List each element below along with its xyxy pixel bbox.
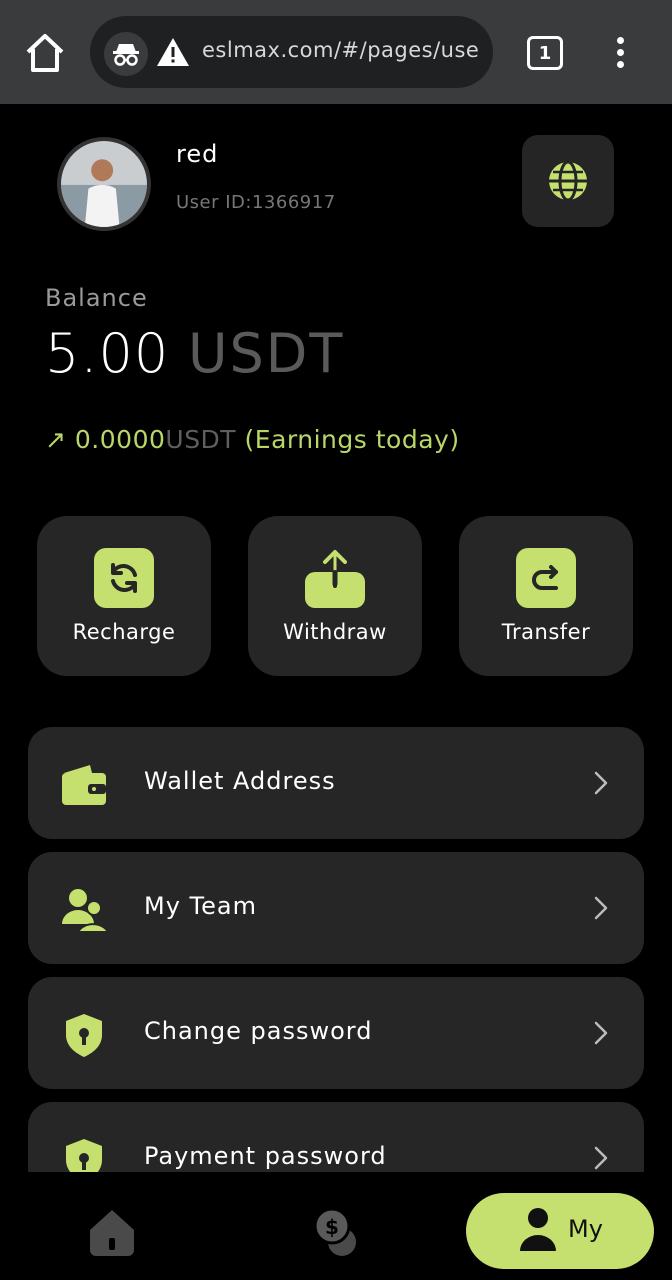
user-icon — [520, 1208, 556, 1251]
language-button[interactable] — [522, 135, 614, 227]
transfer-button[interactable]: Transfer — [459, 516, 633, 676]
earnings-label: (Earnings today) — [244, 425, 460, 454]
menu-item-label: My Team — [144, 892, 257, 920]
warning-icon[interactable] — [156, 36, 190, 68]
incognito-icon — [104, 32, 148, 76]
menu-item-my-team[interactable]: My Team — [28, 852, 644, 964]
balance-unit: USDT — [188, 322, 345, 385]
svg-text:$: $ — [325, 1215, 339, 1239]
refresh-icon — [94, 548, 154, 608]
menu-item-label: Wallet Address — [144, 767, 336, 795]
avatar[interactable] — [57, 137, 151, 231]
transfer-icon — [516, 548, 576, 608]
withdraw-button[interactable]: Withdraw — [248, 516, 422, 676]
balance-amount: 5.00 — [45, 322, 170, 385]
shield-lock-icon — [60, 1011, 108, 1059]
nav-coins-icon[interactable]: $ — [310, 1206, 362, 1258]
nav-home-icon[interactable] — [86, 1206, 138, 1258]
trend-up-icon: ↗ — [45, 425, 67, 454]
menu-item-wallet-address[interactable]: Wallet Address — [28, 727, 644, 839]
nav-my-tab[interactable]: My — [466, 1193, 654, 1269]
upload-icon — [305, 548, 365, 608]
recharge-label: Recharge — [72, 620, 176, 644]
chevron-right-icon — [594, 896, 608, 920]
chevron-right-icon — [594, 1146, 608, 1170]
earnings-value: 0.0000 — [74, 425, 166, 454]
withdraw-label: Withdraw — [283, 620, 387, 644]
wallet-icon — [60, 761, 108, 809]
chevron-right-icon — [594, 1021, 608, 1045]
tab-switcher-button[interactable]: 1 — [527, 36, 563, 70]
menu-item-label: Change password — [144, 1017, 373, 1045]
menu-item-change-password[interactable]: Change password — [28, 977, 644, 1089]
balance-label: Balance — [45, 284, 148, 312]
globe-icon — [549, 160, 587, 202]
nav-my-label: My — [568, 1215, 603, 1243]
url-text[interactable]: eslmax.com/#/pages/use — [202, 38, 484, 68]
earnings-today: ↗ 0.0000USDT (Earnings today) — [45, 425, 460, 454]
team-icon — [60, 886, 108, 934]
transfer-label: Transfer — [501, 620, 591, 644]
home-icon[interactable] — [22, 30, 68, 76]
menu-item-label: Payment password — [144, 1142, 387, 1170]
username: red — [176, 140, 219, 168]
chevron-right-icon — [594, 771, 608, 795]
earnings-unit: USDT — [165, 425, 237, 454]
recharge-button[interactable]: Recharge — [37, 516, 211, 676]
user-id: User ID:1366917 — [176, 192, 336, 213]
browser-menu-icon[interactable] — [608, 34, 632, 74]
